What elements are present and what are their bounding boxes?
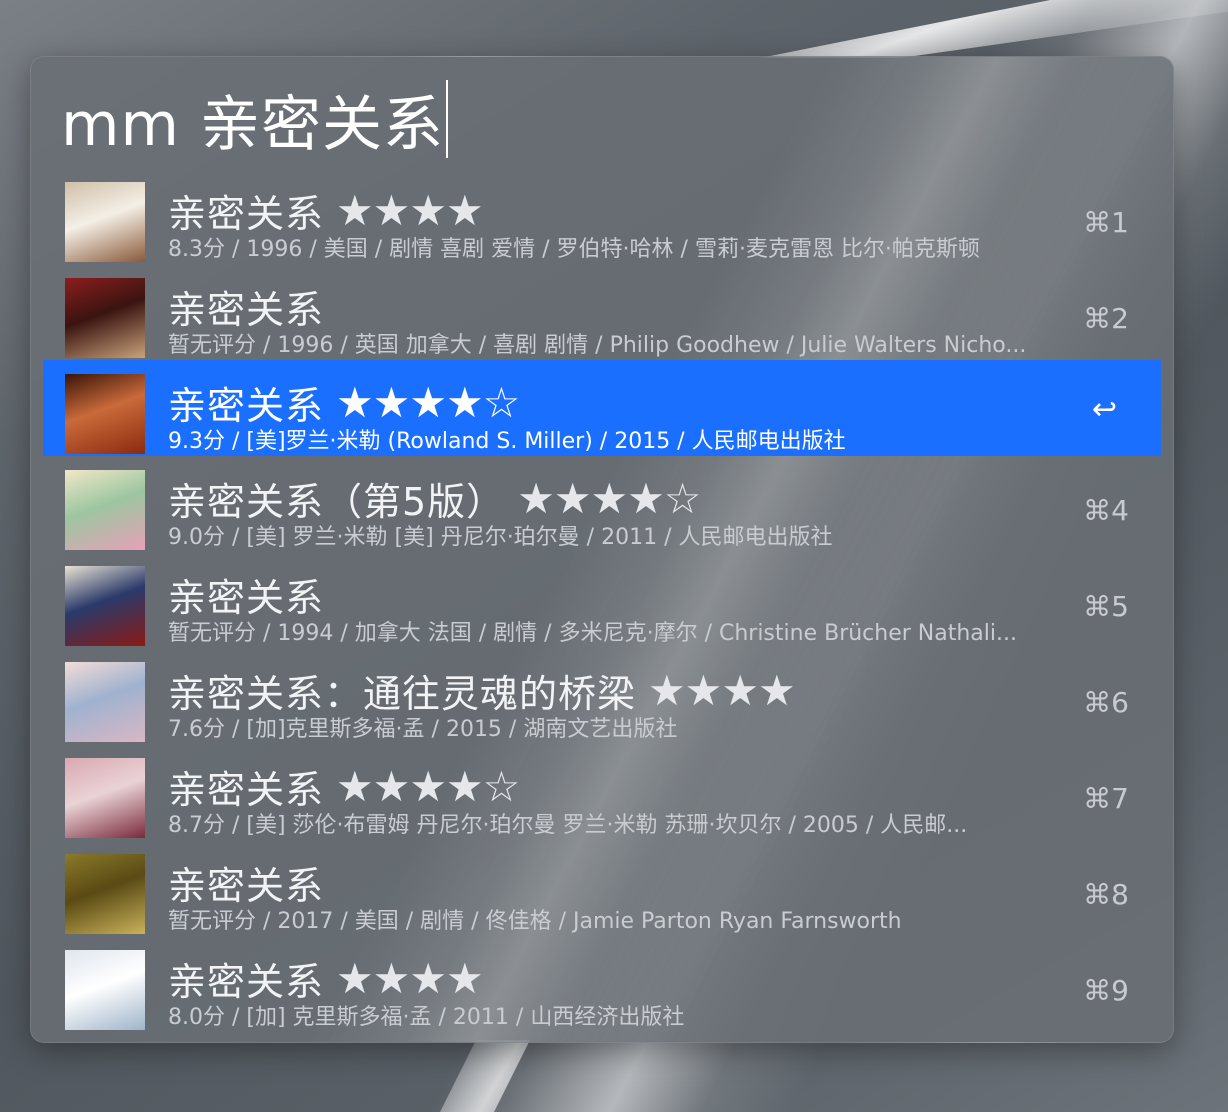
result-title-line: 亲密关系 ★★★★☆: [168, 761, 520, 812]
result-title: 亲密关系（第5版）: [168, 479, 506, 524]
shortcut-hint: ⌘8: [1083, 878, 1129, 911]
background-light-streak: [760, 0, 1228, 58]
result-title-line: 亲密关系 ★★★★: [168, 953, 484, 1004]
result-subtitle: 7.6分 / [加]克里斯多福·孟 / 2015 / 湖南文艺出版社: [168, 717, 678, 742]
result-row[interactable]: 亲密关系 ★★★★ 8.3分 / 1996 / 美国 / 剧情 喜剧 爱情 / 罗伯…: [43, 168, 1161, 264]
result-title-line: 亲密关系（第5版） ★★★★☆: [168, 473, 701, 524]
rating-stars: ★★★★☆: [336, 761, 520, 811]
result-thumbnail: [65, 758, 145, 838]
result-thumbnail: [65, 182, 145, 262]
search-input[interactable]: mm 亲密关系: [61, 76, 444, 163]
text-caret: [445, 80, 448, 158]
shortcut-hint: ⌘5: [1083, 590, 1129, 623]
background-light-streak-bottom: [440, 1040, 530, 1112]
result-subtitle: 8.3分 / 1996 / 美国 / 剧情 喜剧 爱情 / 罗伯特·哈林 / 雪…: [168, 237, 980, 262]
result-subtitle: 8.0分 / [加] 克里斯多福·孟 / 2011 / 山西经济出版社: [168, 1005, 685, 1030]
result-row[interactable]: 亲密关系 暂无评分 / 2017 / 美国 / 剧情 / 佟佳格 / Jamie …: [43, 840, 1161, 936]
result-thumbnail: [65, 566, 145, 646]
result-row[interactable]: 亲密关系 ★★★★☆ 9.3分 / [美]罗兰·米勒 (Rowland S. Mil…: [43, 360, 1161, 456]
result-title: 亲密关系: [168, 575, 325, 620]
rating-stars: ★★★★☆: [336, 377, 520, 427]
result-subtitle: 暂无评分 / 1996 / 英国 加拿大 / 喜剧 剧情 / Philip Go…: [168, 333, 1027, 358]
shortcut-hint: ⌘1: [1083, 206, 1129, 239]
result-title-line: 亲密关系: [168, 570, 324, 620]
rating-stars: ★★★★: [336, 953, 484, 1003]
result-row[interactable]: 亲密关系 暂无评分 / 1996 / 英国 加拿大 / 喜剧 剧情 / Phili…: [43, 264, 1161, 360]
result-title: 亲密关系: [168, 863, 325, 908]
shortcut-hint: ⌘4: [1083, 494, 1129, 527]
return-key-icon: ↩: [1091, 392, 1117, 427]
result-subtitle: 暂无评分 / 1994 / 加拿大 法国 / 剧情 / 多米尼克·摩尔 / Ch…: [168, 621, 1017, 646]
result-title: 亲密关系：通往灵魂的桥梁: [168, 671, 637, 716]
result-subtitle: 9.3分 / [美]罗兰·米勒 (Rowland S. Miller) / 20…: [168, 429, 846, 454]
shortcut-hint: ⌘2: [1083, 302, 1129, 335]
shortcut-hint: ⌘6: [1083, 686, 1129, 719]
result-subtitle: 暂无评分 / 2017 / 美国 / 剧情 / 佟佳格 / Jamie Part…: [168, 909, 902, 934]
result-thumbnail: [65, 662, 145, 742]
result-title-line: 亲密关系: [168, 858, 324, 908]
result-title-line: 亲密关系：通往灵魂的桥梁 ★★★★: [168, 665, 796, 716]
launcher-panel: mm 亲密关系 亲密关系 ★★★★ 8.3分 / 1996 / 美国 / 剧情 喜剧…: [30, 56, 1174, 1043]
result-title: 亲密关系: [168, 959, 325, 1004]
result-title-line: 亲密关系 ★★★★☆: [168, 377, 520, 428]
result-subtitle: 8.7分 / [美] 莎伦·布雷姆 丹尼尔·珀尔曼 罗兰·米勒 苏珊·坎贝尔 /…: [168, 813, 968, 838]
rating-stars: ★★★★: [648, 665, 796, 715]
rating-stars: ★★★★: [336, 185, 484, 235]
result-row[interactable]: 亲密关系：通往灵魂的桥梁 ★★★★ 7.6分 / [加]克里斯多福·孟 / 2015…: [43, 648, 1161, 744]
shortcut-hint: ⌘7: [1083, 782, 1129, 815]
result-title: 亲密关系: [168, 767, 325, 812]
result-row[interactable]: 亲密关系（第5版） ★★★★☆ 9.0分 / [美] 罗兰·米勒 [美] 丹尼尔·珀…: [43, 456, 1161, 552]
result-thumbnail: [65, 950, 145, 1030]
result-row[interactable]: 亲密关系 ★★★★ 8.0分 / [加] 克里斯多福·孟 / 2011 / 山西经济…: [43, 936, 1161, 1032]
result-thumbnail: [65, 470, 145, 550]
result-row[interactable]: 亲密关系 ★★★★☆ 8.7分 / [美] 莎伦·布雷姆 丹尼尔·珀尔曼 罗兰·米勒…: [43, 744, 1161, 840]
search-field[interactable]: mm 亲密关系: [61, 79, 1141, 160]
result-title: 亲密关系: [168, 383, 325, 428]
result-thumbnail: [65, 854, 145, 934]
rating-stars: ★★★★☆: [517, 473, 701, 523]
result-title-line: 亲密关系 ★★★★: [168, 185, 484, 236]
result-row[interactable]: 亲密关系 暂无评分 / 1994 / 加拿大 法国 / 剧情 / 多米尼克·摩尔 …: [43, 552, 1161, 648]
result-title: 亲密关系: [168, 191, 325, 236]
result-thumbnail: [65, 278, 145, 358]
shortcut-hint: ⌘9: [1083, 974, 1129, 1007]
result-subtitle: 9.0分 / [美] 罗兰·米勒 [美] 丹尼尔·珀尔曼 / 2011 / 人民…: [168, 525, 833, 550]
result-title: 亲密关系: [168, 287, 325, 332]
result-thumbnail: [65, 374, 145, 454]
result-title-line: 亲密关系: [168, 282, 324, 332]
